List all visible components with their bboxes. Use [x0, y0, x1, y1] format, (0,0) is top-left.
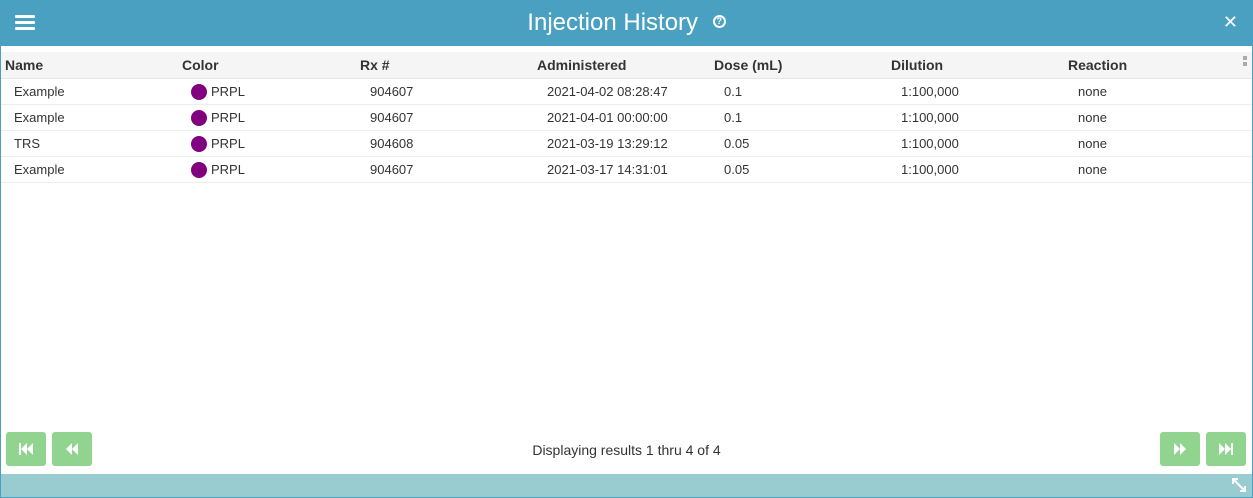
title-bar: Injection History ? ✕ — [1, 1, 1252, 46]
cell-dilution: 1:100,000 — [901, 110, 959, 125]
cell-administered: 2021-03-17 14:31:01 — [547, 162, 668, 177]
grid-header: Name Color Rx # Administered Dose (mL) D… — [1, 52, 1252, 79]
cell-rx: 904607 — [370, 110, 414, 125]
window-title-text: Injection History — [527, 9, 699, 36]
pager-info: Displaying results 1 thru 4 of 4 — [532, 442, 721, 458]
window-title: Injection History ? — [1, 9, 1252, 37]
column-header-dilution[interactable]: Dilution — [891, 57, 943, 73]
close-icon[interactable]: ✕ — [1223, 12, 1238, 32]
column-header-color[interactable]: Color — [182, 57, 219, 73]
column-header-reaction[interactable]: Reaction — [1068, 57, 1127, 73]
column-menu-icon[interactable] — [1243, 56, 1248, 72]
cell-name: Example — [14, 110, 65, 125]
column-header-dose[interactable]: Dose (mL) — [714, 57, 782, 73]
color-swatch-icon — [191, 161, 207, 178]
cell-rx: 904607 — [370, 162, 414, 177]
cell-dilution: 1:100,000 — [901, 136, 959, 151]
injection-history-window: Injection History ? ✕ Name Color Rx # Ad… — [0, 0, 1253, 498]
cell-color: PRPL — [191, 135, 245, 153]
cell-administered: 2021-04-02 08:28:47 — [547, 84, 668, 99]
table-row[interactable]: TRS PRPL 904608 2021-03-19 13:29:12 0.05… — [1, 131, 1252, 157]
cell-rx: 904608 — [370, 136, 414, 151]
cell-dilution: 1:100,000 — [901, 162, 959, 177]
cell-dose: 0.1 — [724, 84, 743, 99]
last-page-button[interactable] — [1206, 432, 1246, 466]
cell-dose: 0.05 — [724, 162, 750, 177]
cell-dose: 0.1 — [724, 110, 743, 125]
status-bar — [1, 474, 1252, 497]
color-swatch-icon — [191, 135, 207, 152]
cell-name: Example — [14, 162, 65, 177]
fast-forward-icon — [1174, 443, 1186, 455]
color-swatch-icon — [191, 109, 207, 126]
injection-grid: Name Color Rx # Administered Dose (mL) D… — [1, 52, 1252, 183]
cell-rx: 904607 — [370, 84, 414, 99]
color-label: PRPL — [211, 162, 245, 177]
next-page-button[interactable] — [1160, 432, 1200, 466]
table-row[interactable]: Example PRPL 904607 2021-04-02 08:28:47 … — [1, 79, 1252, 105]
cell-administered: 2021-04-01 00:00:00 — [547, 110, 668, 125]
skip-last-icon — [1219, 443, 1233, 455]
table-row[interactable]: Example PRPL 904607 2021-04-01 00:00:00 … — [1, 105, 1252, 131]
cell-reaction: none — [1078, 110, 1107, 125]
cell-reaction: none — [1078, 136, 1107, 151]
cell-color: PRPL — [191, 83, 245, 101]
column-header-name[interactable]: Name — [5, 57, 43, 73]
cell-name: Example — [14, 84, 65, 99]
resize-icon[interactable] — [1231, 477, 1247, 493]
column-header-rx[interactable]: Rx # — [360, 57, 390, 73]
column-header-administered[interactable]: Administered — [537, 57, 626, 73]
help-icon[interactable]: ? — [712, 15, 726, 29]
table-row[interactable]: Example PRPL 904607 2021-03-17 14:31:01 … — [1, 157, 1252, 183]
cell-administered: 2021-03-19 13:29:12 — [547, 136, 668, 151]
cell-dilution: 1:100,000 — [901, 84, 959, 99]
color-swatch-icon — [191, 83, 207, 100]
color-label: PRPL — [211, 84, 245, 99]
cell-name: TRS — [14, 136, 40, 151]
cell-color: PRPL — [191, 161, 245, 179]
cell-reaction: none — [1078, 162, 1107, 177]
cell-reaction: none — [1078, 84, 1107, 99]
cell-dose: 0.05 — [724, 136, 750, 151]
color-label: PRPL — [211, 110, 245, 125]
cell-color: PRPL — [191, 109, 245, 127]
color-label: PRPL — [211, 136, 245, 151]
